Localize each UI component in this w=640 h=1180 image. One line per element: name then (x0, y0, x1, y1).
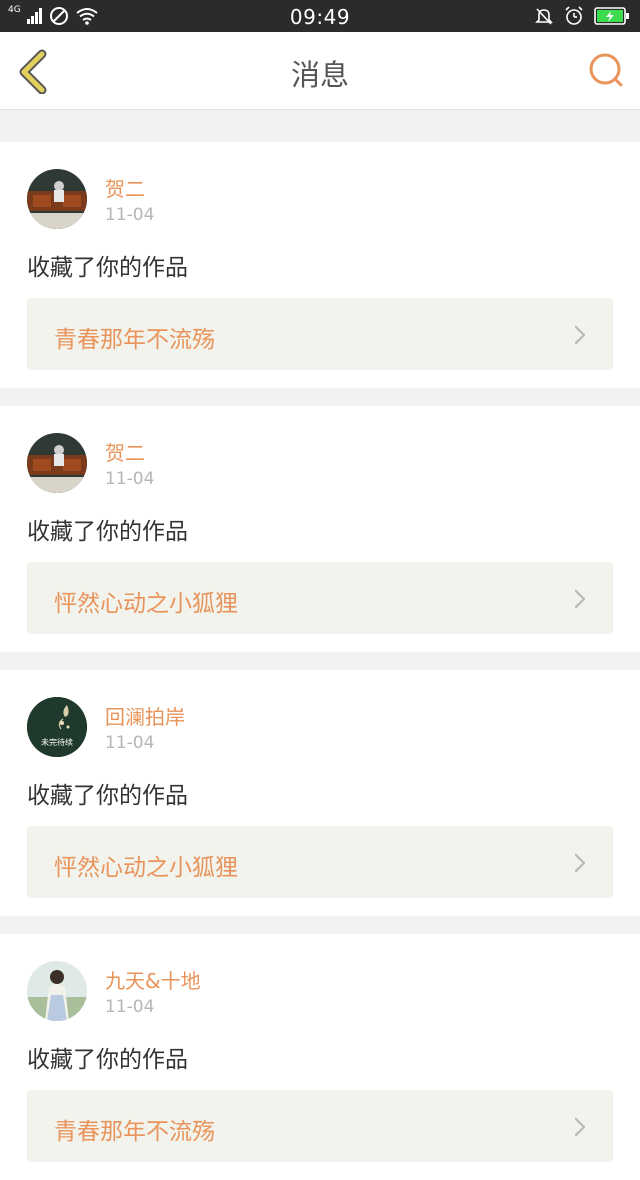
avatar[interactable] (27, 961, 87, 1021)
avatar-text: 未完待续 (41, 738, 73, 747)
page-title: 消息 (290, 58, 349, 92)
work-title: 怦然心动之小狐狸 (54, 591, 238, 617)
avatar-image (27, 169, 87, 229)
work-link[interactable]: 青春那年不流殇 (27, 298, 613, 370)
nav-bar: 消息 (0, 32, 640, 110)
avatar[interactable]: 未完待续 (27, 697, 87, 757)
avatar[interactable] (27, 169, 87, 229)
message-action: 收藏了你的作品 (27, 1047, 188, 1073)
message-card: 贺二 11-04 收藏了你的作品 怦然心动之小狐狸 (0, 406, 640, 652)
username[interactable]: 贺二 (105, 437, 145, 466)
message-action: 收藏了你的作品 (27, 519, 188, 545)
work-link[interactable]: 怦然心动之小狐狸 (27, 826, 613, 898)
chevron-right-icon (574, 325, 586, 345)
status-bar: 4G 09:49 (0, 0, 640, 32)
avatar[interactable] (27, 433, 87, 493)
search-button[interactable] (586, 50, 626, 90)
username[interactable]: 回澜拍岸 (105, 701, 185, 730)
message-date: 11-04 (105, 997, 155, 1017)
work-title: 青春那年不流殇 (54, 327, 215, 353)
avatar-image (27, 433, 87, 493)
mute-bell-icon (535, 8, 553, 25)
message-action: 收藏了你的作品 (27, 783, 188, 809)
search-icon (589, 53, 623, 87)
chevron-right-icon (574, 853, 586, 873)
avatar-image (27, 697, 87, 757)
avatar-image (27, 961, 87, 1021)
username[interactable]: 九天&十地 (105, 965, 201, 994)
work-link[interactable]: 青春那年不流殇 (27, 1090, 613, 1162)
work-title: 青春那年不流殇 (54, 1119, 215, 1145)
message-date: 11-04 (105, 733, 155, 753)
chevron-right-icon (574, 1117, 586, 1137)
message-card: 贺二 11-04 收藏了你的作品 青春那年不流殇 (0, 142, 640, 388)
status-right-icons (534, 5, 630, 27)
message-date: 11-04 (105, 205, 155, 225)
username[interactable]: 贺二 (105, 173, 145, 202)
chevron-right-icon (574, 589, 586, 609)
message-action: 收藏了你的作品 (27, 255, 188, 281)
battery-charging-icon (594, 7, 629, 25)
message-card: 九天&十地 11-04 收藏了你的作品 青春那年不流殇 (0, 934, 640, 1180)
work-title: 怦然心动之小狐狸 (54, 855, 238, 881)
alarm-icon (565, 6, 583, 25)
work-link[interactable]: 怦然心动之小狐狸 (27, 562, 613, 634)
message-card: 未完待续 回澜拍岸 11-04 收藏了你的作品 怦然心动之小狐狸 (0, 670, 640, 916)
message-date: 11-04 (105, 469, 155, 489)
